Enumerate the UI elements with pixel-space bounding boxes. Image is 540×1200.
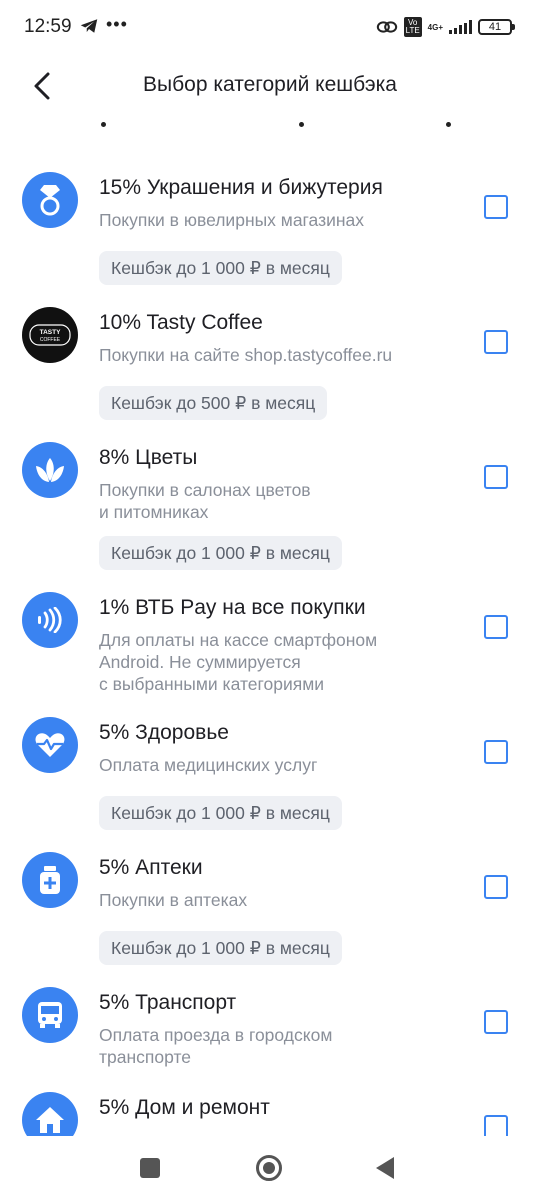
category-description-line-2: и питомниках: [99, 502, 209, 522]
cashback-limit-badge: Кешбэк до 1 000 ₽ в месяц: [99, 931, 342, 965]
status-bar: 12:59 ••• Vo LTE 4G+ 41: [0, 0, 540, 56]
category-description-line-3: с выбранными категориями: [99, 674, 325, 694]
category-checkbox[interactable]: [484, 615, 508, 639]
scrolled-tabs-remnant: [0, 116, 540, 130]
more-notifications-icon: •••: [106, 14, 128, 34]
status-time: 12:59: [24, 16, 72, 37]
vpn-link-icon: [376, 21, 397, 33]
system-navigation-bar: [0, 1136, 540, 1200]
category-description-line-2: Android. Не суммируется: [99, 652, 301, 672]
category-description-line-1: Оплата проезда в городском: [99, 1025, 333, 1045]
tab-dot: [101, 122, 106, 127]
house-icon: [22, 1092, 78, 1136]
category-title: 1% ВТБ Pay на все покупки: [99, 596, 366, 619]
contactless-pay-icon: [22, 592, 78, 648]
cashback-limit-badge: Кешбэк до 1 000 ₽ в месяц: [99, 251, 342, 285]
tab-dot: [299, 122, 304, 127]
category-checkbox[interactable]: [484, 875, 508, 899]
tab-dot: [446, 122, 451, 127]
category-checkbox[interactable]: [484, 330, 508, 354]
cashback-limit-badge: Кешбэк до 500 ₽ в месяц: [99, 386, 328, 420]
category-title: 5% Дом и ремонт: [99, 1096, 270, 1119]
category-title: 10% Tasty Coffee: [99, 311, 263, 334]
cashback-limit-badge: Кешбэк до 1 000 ₽ в месяц: [99, 536, 342, 570]
category-title: 8% Цветы: [99, 446, 198, 469]
page-title: Выбор категорий кешбэка: [143, 73, 397, 96]
category-description: Оплата медицинских услуг: [99, 755, 318, 775]
cashback-limit-badge: Кешбэк до 1 000 ₽ в месяц: [99, 796, 342, 830]
category-description-line-1: Покупки в салонах цветов: [99, 480, 311, 500]
bus-icon: [22, 987, 78, 1043]
status-indicators: Vo LTE 4G+ 41: [376, 17, 515, 37]
lotus-flower-icon: [22, 442, 78, 498]
category-description: Покупки в ювелирных магазинах: [99, 210, 365, 230]
category-checkbox[interactable]: [484, 195, 508, 219]
telegram-icon: [80, 19, 98, 33]
battery-icon: 41: [478, 19, 515, 35]
category-checkbox[interactable]: [484, 1115, 508, 1136]
battery-level: 41: [488, 21, 502, 33]
category-title: 5% Здоровье: [99, 721, 229, 744]
category-title: 15% Украшения и бижутерия: [99, 176, 383, 199]
ring-icon: [22, 172, 78, 228]
volte-badge: Vo LTE: [403, 17, 422, 37]
category-description: Покупки на сайте shop.tastycoffee.ru: [99, 345, 393, 365]
svg-text:TASTY: TASTY: [40, 329, 61, 336]
category-title: 5% Транспорт: [99, 991, 237, 1014]
back-triangle-icon[interactable]: [376, 1157, 394, 1179]
category-checkbox[interactable]: [484, 1010, 508, 1034]
category-description-line-1: Для оплаты на кассе смартфоном: [99, 630, 378, 650]
app-header: Выбор категорий кешбэка: [0, 56, 540, 116]
tasty-coffee-logo: TASTY COFFEE: [22, 307, 78, 363]
network-type: 4G+: [427, 22, 443, 32]
signal-strength-icon: [449, 20, 472, 34]
cashback-category-list: 15% Украшения и бижутерия Покупки в ювел…: [0, 130, 540, 1136]
category-description: Покупки в аптеках: [99, 890, 248, 910]
recents-square-icon[interactable]: [140, 1158, 160, 1178]
category-title: 5% Аптеки: [99, 856, 203, 879]
category-description-line-2: транспорте: [99, 1047, 192, 1067]
category-checkbox[interactable]: [484, 465, 508, 489]
home-circle-icon[interactable]: [256, 1155, 282, 1181]
category-checkbox[interactable]: [484, 740, 508, 764]
medicine-bottle-icon: [22, 852, 78, 908]
svg-text:COFFEE: COFFEE: [40, 337, 61, 343]
heart-pulse-icon: [22, 717, 78, 773]
